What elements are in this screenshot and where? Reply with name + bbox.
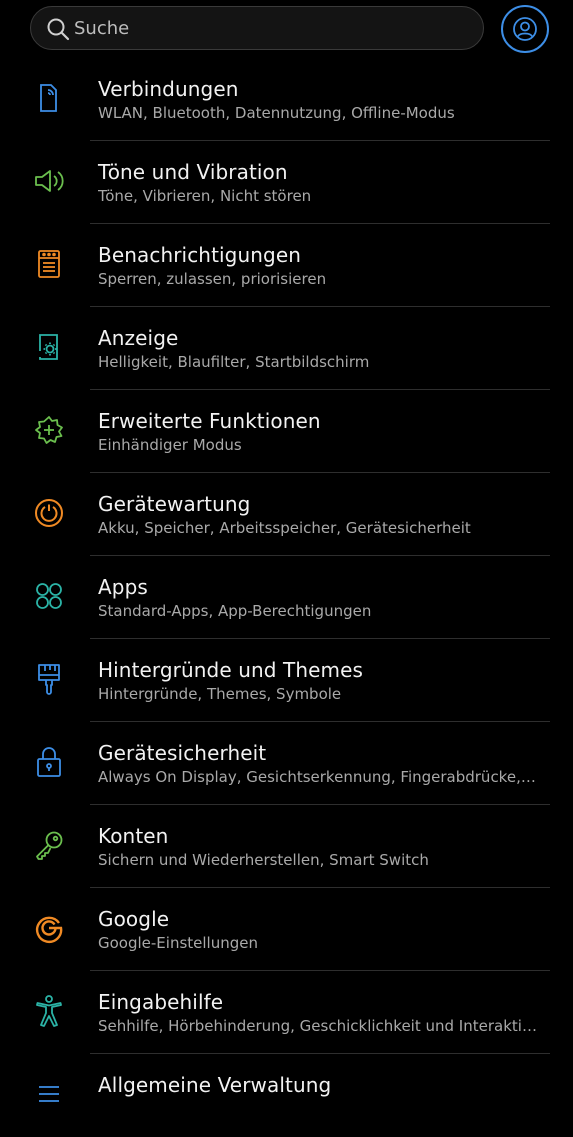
settings-item-device-care[interactable]: Gerätewartung Akku, Speicher, Arbeitsspe… [0, 473, 573, 556]
sound-icon [32, 164, 66, 198]
item-subtitle: Akku, Speicher, Arbeitsspeicher, Gerätes… [98, 519, 471, 537]
settings-item-accounts[interactable]: Konten Sichern und Wiederherstellen, Sma… [0, 805, 573, 888]
item-title: Töne und Vibration [98, 160, 288, 184]
display-icon [32, 330, 66, 364]
lock-icon [32, 745, 66, 779]
settings-item-google[interactable]: Google Google-Einstellungen [0, 888, 573, 971]
settings-item-security[interactable]: Gerätesicherheit Always On Display, Gesi… [0, 722, 573, 805]
item-title: Hintergründe und Themes [98, 658, 364, 682]
advanced-features-icon [32, 413, 66, 447]
general-management-icon [32, 1077, 66, 1111]
item-title: Gerätewartung [98, 492, 251, 516]
settings-item-notifications[interactable]: Benachrichtigungen Sperren, zulassen, pr… [0, 224, 573, 307]
item-subtitle: Hintergründe, Themes, Symbole [98, 685, 342, 703]
accessibility-icon [32, 994, 66, 1028]
item-title: Verbindungen [98, 77, 239, 101]
themes-brush-icon [32, 662, 66, 696]
key-icon [32, 828, 66, 862]
settings-item-themes[interactable]: Hintergründe und Themes Hintergründe, Th… [0, 639, 573, 722]
item-subtitle: Helligkeit, Blaufilter, Startbildschirm [98, 353, 370, 371]
item-title: Google [98, 907, 170, 931]
item-subtitle: Einhändiger Modus [98, 436, 242, 454]
settings-list: Verbindungen WLAN, Bluetooth, Datennutzu… [0, 58, 573, 1137]
search-input[interactable] [74, 15, 464, 41]
settings-item-display[interactable]: Anzeige Helligkeit, Blaufilter, Startbil… [0, 307, 573, 390]
item-subtitle: Always On Display, Gesichtserkennung, Fi… [98, 768, 536, 786]
apps-icon [32, 579, 66, 613]
settings-item-connections[interactable]: Verbindungen WLAN, Bluetooth, Datennutzu… [0, 58, 573, 141]
profile-button[interactable] [501, 5, 549, 53]
item-title: Erweiterte Funktionen [98, 409, 321, 433]
item-subtitle: Töne, Vibrieren, Nicht stören [98, 187, 312, 205]
notifications-icon [32, 247, 66, 281]
item-title: Benachrichtigungen [98, 243, 302, 267]
settings-item-general-management[interactable]: Allgemeine Verwaltung [0, 1054, 573, 1137]
item-subtitle: Sehhilfe, Hörbehinderung, Geschicklichke… [98, 1017, 538, 1035]
settings-item-advanced-features[interactable]: Erweiterte Funktionen Einhändiger Modus [0, 390, 573, 473]
device-care-icon [32, 496, 66, 530]
item-title: Eingabehilfe [98, 990, 224, 1014]
top-bar [0, 0, 573, 58]
settings-item-apps[interactable]: Apps Standard-Apps, App-Berechtigungen [0, 556, 573, 639]
item-subtitle: Standard-Apps, App-Berechtigungen [98, 602, 372, 620]
account-icon [513, 17, 537, 41]
google-icon [32, 911, 66, 945]
item-subtitle: Sichern und Wiederherstellen, Smart Swit… [98, 851, 429, 869]
item-title: Anzeige [98, 326, 179, 350]
item-title: Allgemeine Verwaltung [98, 1073, 332, 1097]
item-subtitle: WLAN, Bluetooth, Datennutzung, Offline-M… [98, 104, 455, 122]
item-subtitle: Google-Einstellungen [98, 934, 258, 952]
search-icon [47, 18, 70, 41]
settings-item-sounds[interactable]: Töne und Vibration Töne, Vibrieren, Nich… [0, 141, 573, 224]
item-title: Konten [98, 824, 169, 848]
item-title: Apps [98, 575, 148, 599]
search-bar[interactable] [30, 6, 484, 50]
settings-item-accessibility[interactable]: Eingabehilfe Sehhilfe, Hörbehinderung, G… [0, 971, 573, 1054]
item-title: Gerätesicherheit [98, 741, 267, 765]
item-subtitle: Sperren, zulassen, priorisieren [98, 270, 327, 288]
connections-icon [32, 81, 66, 115]
